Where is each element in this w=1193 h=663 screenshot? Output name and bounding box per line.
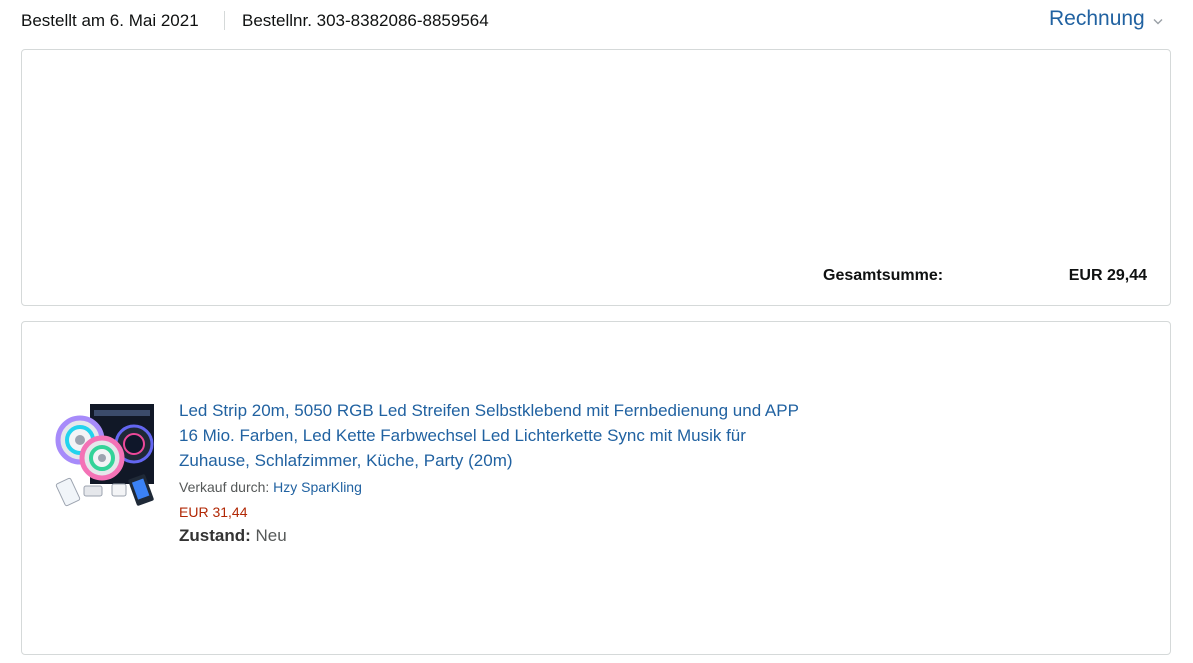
order-number: Bestellnr. 303-8382086-8859564 — [242, 11, 489, 30]
total-value: EUR 29,44 — [1068, 267, 1147, 284]
seller-line: Verkauf durch: Hzy SparKling — [179, 478, 362, 496]
item-price: EUR 31,44 — [179, 504, 248, 520]
order-summary-box: Gesamtsumme: EUR 29,44 — [21, 49, 1171, 306]
product-title-link[interactable]: Led Strip 20m, 5050 RGB Led Streifen Sel… — [179, 398, 809, 473]
order-header: Bestellt am 6. Mai 2021 Bestellnr. 303-8… — [0, 0, 1193, 44]
condition-value: Neu — [255, 526, 287, 545]
seller-prefix: Verkauf durch: — [179, 479, 270, 495]
order-date: Bestellt am 6. Mai 2021 — [21, 11, 199, 30]
total-label: Gesamtsumme: — [823, 267, 944, 284]
condition-label: Zustand: — [179, 526, 251, 545]
invoice-label: Rechnung — [1049, 7, 1145, 30]
product-image[interactable] — [54, 400, 164, 510]
item-condition: Zustand: Neu — [179, 525, 287, 547]
invoice-dropdown[interactable]: Rechnung — [1049, 5, 1163, 33]
seller-link[interactable]: Hzy SparKling — [273, 479, 362, 495]
order-item-box: Led Strip 20m, 5050 RGB Led Streifen Sel… — [21, 321, 1171, 655]
chevron-down-icon — [1153, 5, 1163, 33]
header-divider — [224, 11, 225, 30]
